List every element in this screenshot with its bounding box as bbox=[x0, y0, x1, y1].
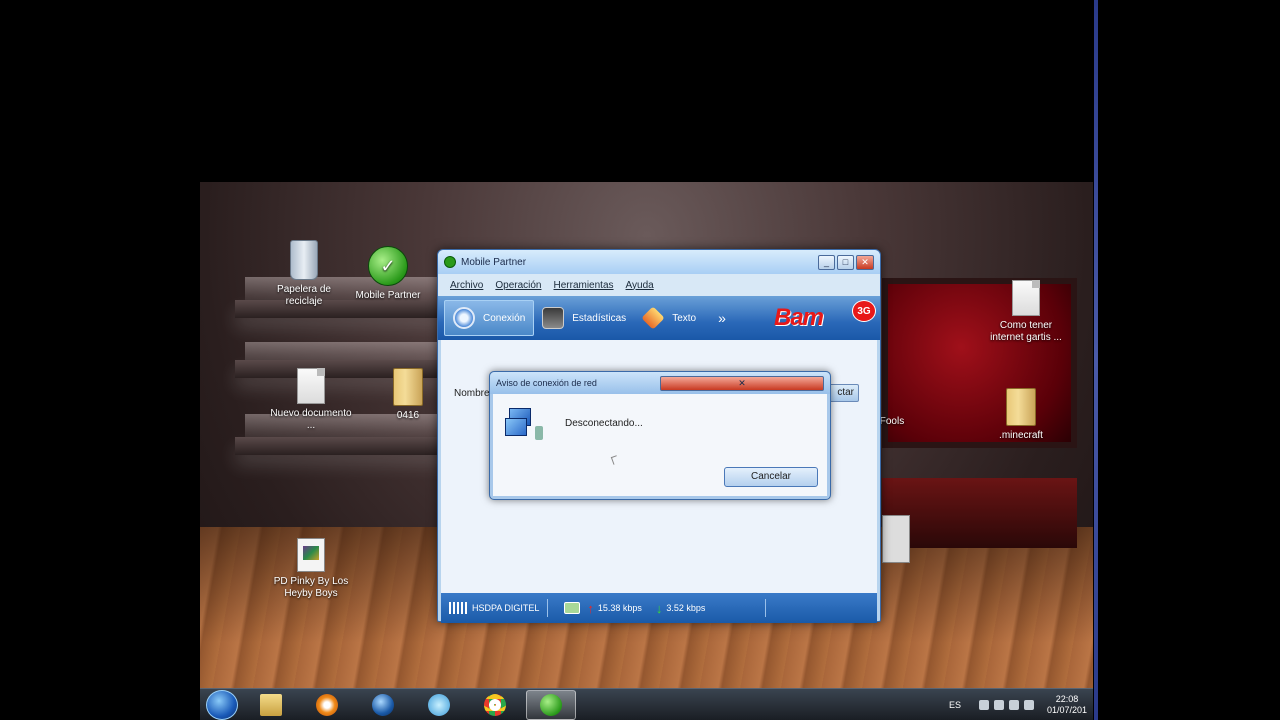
clock-time: 22:08 bbox=[1055, 693, 1079, 704]
desktop-icon-label: Como tener internet gartis ... bbox=[990, 320, 1062, 343]
brand-3g-badge: 3G bbox=[852, 300, 876, 322]
dialog-titlebar[interactable]: Aviso de conexión de red ✕ bbox=[490, 372, 830, 394]
clock-date: 01/07/201 bbox=[1046, 704, 1087, 715]
taskbar: ES 22:08 01/07/201 bbox=[200, 688, 1093, 720]
clock[interactable]: 22:08 01/07/201 bbox=[1047, 694, 1087, 716]
desktop-icon-label: Nuevo documento ... bbox=[270, 408, 352, 431]
menu-archivo[interactable]: Archivo bbox=[450, 280, 483, 291]
close-button[interactable]: ✕ bbox=[856, 254, 874, 270]
dialog-message: Desconectando... bbox=[565, 418, 643, 429]
mobile-partner-icon bbox=[444, 256, 456, 268]
chrome-icon bbox=[484, 693, 506, 716]
menu-herramientas[interactable]: Herramientas bbox=[554, 280, 614, 291]
menu-bar: Archivo Operación Herramientas Ayuda bbox=[438, 274, 880, 296]
screen: Papelera de reciclaje ✓ Mobile Partner N… bbox=[0, 0, 1280, 720]
document-icon bbox=[1012, 280, 1040, 316]
signal-strength-icon bbox=[449, 602, 467, 614]
document-icon bbox=[297, 368, 325, 404]
desktop-icon-label: Mobile Partner bbox=[355, 290, 421, 301]
window-titlebar[interactable]: Mobile Partner _ □ ✕ bbox=[438, 250, 880, 274]
profile-name-label: Nombre bbox=[454, 388, 490, 399]
dialog-title: Aviso de conexión de red bbox=[496, 378, 597, 388]
language-indicator[interactable]: ES bbox=[949, 700, 961, 710]
taskbar-browser-globe[interactable] bbox=[358, 690, 408, 720]
desktop-icon-mobile-partner[interactable]: ✓ Mobile Partner bbox=[345, 246, 431, 302]
desktop-icon-recycle-bin[interactable]: Papelera de reciclaje bbox=[261, 240, 347, 308]
cancel-button[interactable]: Cancelar bbox=[724, 467, 818, 487]
folder-icon bbox=[260, 693, 282, 716]
app-icon bbox=[428, 693, 450, 716]
desktop-icon-minecraft[interactable]: .minecraft bbox=[978, 388, 1064, 442]
tray-app-icon[interactable] bbox=[993, 699, 1004, 710]
recycle-bin-icon bbox=[290, 240, 318, 280]
system-tray: ES 22:08 01/07/201 bbox=[949, 694, 1093, 716]
window-title: Mobile Partner bbox=[461, 256, 527, 268]
connection-icon bbox=[453, 307, 475, 329]
upload-rate: 15.38 kbps bbox=[597, 603, 642, 613]
tab-texto[interactable]: Texto bbox=[634, 300, 704, 336]
dialog-body: Desconectando... Cancelar bbox=[493, 394, 827, 496]
statistics-icon bbox=[542, 307, 565, 329]
taskbar-mobile-partner[interactable] bbox=[526, 689, 576, 720]
tab-conexion[interactable]: Conexión bbox=[444, 300, 535, 336]
main-toolbar: Conexión Estadísticas Texto » Bam 3G bbox=[438, 296, 880, 340]
desktop-icon-new-document[interactable]: Nuevo documento ... bbox=[268, 368, 354, 432]
desktop-icon-label: PD Pinky By Los Heyby Boys bbox=[273, 576, 349, 599]
folder-icon bbox=[1006, 388, 1036, 426]
folder-icon bbox=[393, 368, 423, 406]
taskbar-chrome[interactable] bbox=[470, 690, 520, 720]
network-name: HSDPA DIGITEL bbox=[472, 603, 540, 613]
taskbar-app[interactable] bbox=[414, 690, 464, 720]
brand-logo: Bam bbox=[774, 304, 824, 331]
maximize-button[interactable]: □ bbox=[837, 254, 854, 270]
download-rate: 3.52 kbps bbox=[666, 603, 706, 613]
desktop-icon-label: 0416 bbox=[396, 410, 420, 421]
flag-icon[interactable] bbox=[978, 699, 989, 710]
menu-ayuda[interactable]: Ayuda bbox=[626, 280, 654, 291]
menu-operacion[interactable]: Operación bbox=[495, 280, 541, 291]
globe-icon bbox=[372, 693, 394, 716]
shelf bbox=[235, 437, 450, 455]
media-player-icon bbox=[316, 693, 338, 716]
toolbar-more-button[interactable]: » bbox=[718, 310, 726, 326]
tab-estadisticas[interactable]: Estadísticas bbox=[534, 300, 634, 336]
mobile-partner-icon bbox=[540, 693, 562, 716]
download-arrow-icon: ↓ bbox=[655, 600, 663, 616]
desktop-icon-pd-pinky[interactable]: PD Pinky By Los Heyby Boys bbox=[268, 538, 354, 600]
upload-arrow-icon: ↑ bbox=[587, 600, 594, 616]
start-button[interactable] bbox=[206, 689, 238, 720]
volume-icon[interactable] bbox=[1023, 699, 1034, 710]
minimize-button[interactable]: _ bbox=[818, 254, 835, 270]
dialog-close-button[interactable]: ✕ bbox=[660, 375, 824, 391]
sms-icon bbox=[641, 306, 665, 330]
image-file-icon bbox=[297, 538, 325, 572]
connection-status-icon bbox=[564, 602, 581, 614]
desktop-icon-como-tener[interactable]: Como tener internet gartis ... bbox=[983, 280, 1069, 344]
network-notice-dialog: Aviso de conexión de red ✕ Desconectando… bbox=[489, 371, 831, 500]
network-computers-icon bbox=[505, 406, 545, 444]
mobile-partner-icon: ✓ bbox=[368, 246, 408, 286]
taskbar-media-player[interactable] bbox=[302, 690, 352, 720]
status-bar: HSDPA DIGITEL ↑ 15.38 kbps ↓ 3.52 kbps bbox=[441, 593, 877, 623]
desktop-icon-label: Papelera de reciclaje bbox=[277, 284, 331, 307]
desktop-icon-label: Fools bbox=[879, 416, 905, 427]
network-icon[interactable] bbox=[1008, 699, 1019, 710]
desktop-icon-label: .minecraft bbox=[999, 430, 1043, 441]
taskbar-explorer[interactable] bbox=[246, 690, 296, 720]
